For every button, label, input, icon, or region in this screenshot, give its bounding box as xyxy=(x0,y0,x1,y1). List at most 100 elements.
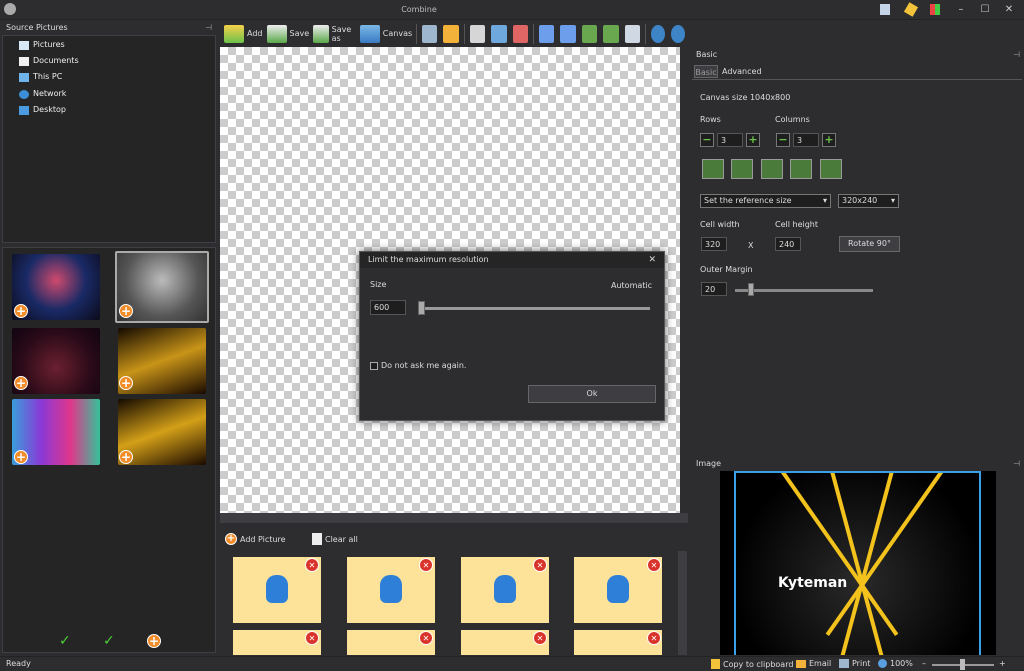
add-thumbnail-icon[interactable]: + xyxy=(14,376,28,390)
canvas-horizontal-scrollbar[interactable] xyxy=(220,513,688,523)
dialog-close-icon[interactable]: ✕ xyxy=(648,252,656,268)
add-thumbnail-icon[interactable]: + xyxy=(119,304,133,318)
outer-margin-slider-track[interactable] xyxy=(735,289,873,292)
zoom-out-icon[interactable] xyxy=(671,24,685,43)
cells-vertical-scrollbar[interactable] xyxy=(678,551,687,655)
zoom-out-button[interactable]: – xyxy=(922,659,926,668)
dialog-title: Limit the maximum resolution xyxy=(368,255,489,264)
canvas-button[interactable]: Canvas xyxy=(358,22,414,46)
columns-input[interactable] xyxy=(793,133,819,147)
save-button[interactable]: Save xyxy=(265,22,312,46)
remove-cell-icon[interactable]: ✕ xyxy=(419,631,433,645)
image-panel-title: Image xyxy=(696,459,722,468)
columns-minus-button[interactable]: − xyxy=(776,133,790,147)
remove-cell-icon[interactable]: ✕ xyxy=(305,558,319,572)
save-as-button[interactable]: Save as xyxy=(311,22,358,46)
copy-icon[interactable] xyxy=(491,24,507,43)
pin-icon[interactable]: ⊣ xyxy=(205,21,212,34)
remove-cell-icon[interactable]: ✕ xyxy=(647,558,661,572)
outer-margin-slider-thumb[interactable] xyxy=(748,283,754,296)
zoom-in-icon[interactable] xyxy=(651,24,666,43)
columns-plus-button[interactable]: + xyxy=(822,133,836,147)
rows-minus-button[interactable]: − xyxy=(700,133,714,147)
tree-item-documents[interactable]: Documents xyxy=(19,54,79,68)
maximize-icon[interactable]: ☐ xyxy=(974,2,996,18)
print-button[interactable]: Print xyxy=(839,659,870,668)
remove-cell-icon[interactable]: ✕ xyxy=(647,631,661,645)
size-input[interactable] xyxy=(370,300,406,315)
cell-width-input[interactable] xyxy=(701,237,727,251)
flip-vertical-icon[interactable] xyxy=(560,24,576,43)
canvas-vertical-scrollbar[interactable] xyxy=(680,47,689,513)
check-cross-icon[interactable]: ✓ xyxy=(103,633,115,649)
crop-icon[interactable] xyxy=(512,24,529,43)
cut-icon[interactable] xyxy=(469,24,486,43)
tree-item-network[interactable]: Network xyxy=(19,87,66,101)
size-slider-thumb[interactable] xyxy=(418,301,425,315)
remove-cell-icon[interactable]: ✕ xyxy=(305,631,319,645)
effects-icon[interactable] xyxy=(624,24,641,43)
edit-pencil-icon[interactable] xyxy=(903,2,919,17)
zoom-in-button[interactable]: + xyxy=(999,659,1006,668)
copy-to-clipboard-button[interactable]: Copy to clipboard xyxy=(711,659,793,669)
do-not-ask-checkbox[interactable] xyxy=(370,362,378,370)
view-icon[interactable] xyxy=(880,4,890,15)
columns-label: Columns xyxy=(775,115,810,124)
email-icon xyxy=(796,659,806,668)
layout-preset-3[interactable] xyxy=(761,159,783,179)
layout-preset-4[interactable] xyxy=(790,159,812,179)
check-icon[interactable]: ✓ xyxy=(59,633,71,649)
save-as-icon xyxy=(313,24,329,43)
clear-all-button[interactable]: Clear all xyxy=(312,533,358,545)
add-picture-button[interactable]: + Add Picture xyxy=(225,533,286,545)
add-thumbnail-icon[interactable]: + xyxy=(14,450,28,464)
rows-input[interactable] xyxy=(717,133,743,147)
rows-plus-button[interactable]: + xyxy=(746,133,760,147)
remove-cell-icon[interactable]: ✕ xyxy=(533,631,547,645)
layout-preset-1[interactable] xyxy=(702,159,724,179)
tab-basic[interactable]: Basic xyxy=(694,65,718,78)
print-icon[interactable] xyxy=(421,24,438,43)
remove-cell-icon[interactable]: ✕ xyxy=(419,558,433,572)
clear-all-label: Clear all xyxy=(325,534,358,544)
status-ready: Ready xyxy=(6,659,31,668)
close-icon[interactable]: ✕ xyxy=(998,2,1020,18)
minimize-icon[interactable]: – xyxy=(950,2,972,18)
add-button[interactable]: Add xyxy=(222,22,265,46)
email-button[interactable]: Email xyxy=(796,659,831,668)
layout-preset-5[interactable] xyxy=(820,159,842,179)
add-thumbnail-icon[interactable]: + xyxy=(119,376,133,390)
layout-preset-2[interactable] xyxy=(731,159,753,179)
save-icon xyxy=(266,24,287,43)
tree-item-this-pc[interactable]: This PC xyxy=(19,70,62,84)
image-panel: Kyteman xyxy=(692,471,1024,655)
grid-icon[interactable] xyxy=(930,4,940,15)
zoom-slider-thumb[interactable] xyxy=(960,659,965,670)
desktop-folder-icon xyxy=(19,105,29,115)
flip-horizontal-icon[interactable] xyxy=(538,24,555,43)
outer-margin-input[interactable] xyxy=(701,282,727,296)
pin-icon[interactable]: ⊣ xyxy=(1013,48,1020,61)
zoom-indicator[interactable]: 100% xyxy=(878,659,913,668)
rotate-right-icon[interactable] xyxy=(603,24,619,43)
add-thumbnail-icon[interactable]: + xyxy=(14,304,28,318)
size-preset-select[interactable]: 320x240 ▾ xyxy=(838,194,899,208)
reference-size-select[interactable]: Set the reference size ▾ xyxy=(700,194,831,208)
cell-height-input[interactable] xyxy=(775,237,801,251)
tree-item-label: This PC xyxy=(33,72,63,81)
add-all-icon[interactable]: + xyxy=(147,634,161,648)
title-bar: Combine – ☐ ✕ xyxy=(0,0,1024,20)
email-icon[interactable] xyxy=(443,24,459,43)
rotate-left-icon[interactable] xyxy=(581,24,598,43)
remove-cell-icon[interactable]: ✕ xyxy=(533,558,547,572)
size-slider-track[interactable] xyxy=(418,307,650,310)
tree-item-desktop[interactable]: Desktop xyxy=(19,103,66,117)
add-thumbnail-icon[interactable]: + xyxy=(119,450,133,464)
pin-icon[interactable]: ⊣ xyxy=(1013,457,1020,470)
ok-button[interactable]: Ok xyxy=(528,385,656,403)
copy-label: Copy to clipboard xyxy=(723,659,794,669)
rotate-button[interactable]: Rotate 90° xyxy=(839,236,900,252)
tree-item-pictures[interactable]: Pictures xyxy=(19,38,65,52)
save-as-label: Save as xyxy=(331,24,352,43)
tab-advanced[interactable]: Advanced xyxy=(722,65,762,78)
